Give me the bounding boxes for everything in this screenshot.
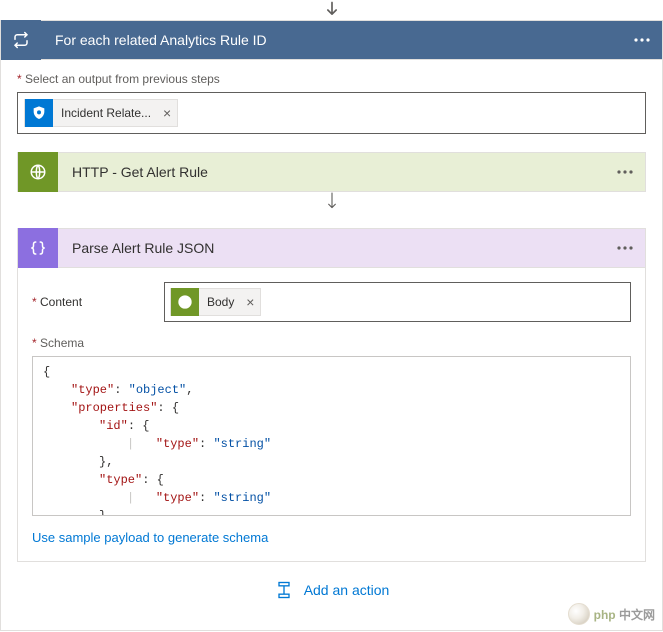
select-output-input[interactable]: Incident Relate... × [17, 92, 646, 134]
schema-label: Schema [32, 336, 631, 350]
globe-icon [18, 152, 58, 192]
brace: { [43, 365, 50, 379]
token-remove-icon[interactable]: × [240, 294, 260, 310]
http-title: HTTP - Get Alert Rule [58, 164, 605, 180]
add-action-label: Add an action [304, 582, 390, 598]
foreach-body: Select an output from previous steps Inc… [0, 60, 663, 631]
braces-icon [18, 228, 58, 268]
http-header[interactable]: HTTP - Get Alert Rule [17, 152, 646, 192]
parse-title: Parse Alert Rule JSON [58, 240, 605, 256]
foreach-title: For each related Analytics Rule ID [41, 32, 622, 48]
token-incident-related[interactable]: Incident Relate... × [24, 99, 178, 127]
token-remove-icon[interactable]: × [157, 105, 177, 121]
schema-textarea[interactable]: { "type": "object", "properties": { "id"… [32, 356, 631, 516]
token-body[interactable]: Body × [170, 288, 261, 316]
foreach-menu-button[interactable] [622, 20, 662, 60]
parse-menu-button[interactable] [605, 228, 645, 268]
http-menu-button[interactable] [605, 152, 645, 192]
add-step-icon [274, 580, 294, 600]
foreach-header[interactable]: For each related Analytics Rule ID [0, 20, 663, 60]
add-action-button[interactable]: Add an action [17, 562, 646, 608]
content-label: Content [32, 295, 152, 309]
loop-icon [1, 20, 41, 60]
generate-schema-link[interactable]: Use sample payload to generate schema [32, 530, 631, 545]
token-text: Incident Relate... [53, 106, 157, 120]
select-output-label: Select an output from previous steps [17, 72, 646, 86]
token-text: Body [199, 295, 240, 309]
parse-body: Content Body × Schema { "type": "object"… [17, 268, 646, 562]
parse-header[interactable]: Parse Alert Rule JSON [17, 228, 646, 268]
content-input[interactable]: Body × [164, 282, 631, 322]
globe-icon [171, 288, 199, 316]
flow-arrow-top [0, 0, 663, 20]
flow-arrow-mid [17, 192, 646, 228]
shield-icon [25, 99, 53, 127]
